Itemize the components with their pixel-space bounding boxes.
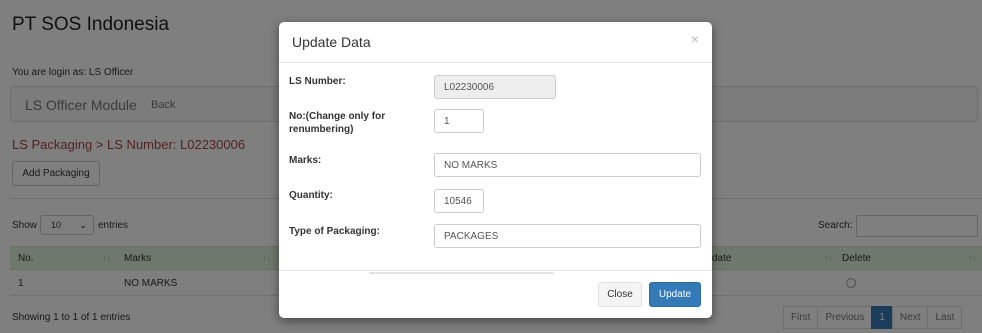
update-button[interactable]: Update bbox=[649, 282, 701, 307]
no-field[interactable] bbox=[434, 109, 484, 133]
marks-label: Marks: bbox=[289, 155, 322, 166]
packaging-label: Type of Packaging: bbox=[289, 226, 380, 237]
update-data-modal: Update Data × LS Number: No:(Change only… bbox=[279, 22, 712, 318]
no-label: No:(Change only for renumbering) bbox=[289, 111, 386, 135]
modal-title: Update Data bbox=[292, 34, 371, 50]
close-button[interactable]: Close bbox=[598, 282, 642, 307]
ls-number-field[interactable] bbox=[434, 75, 556, 99]
quantity-label: Quantity: bbox=[289, 190, 333, 201]
close-icon[interactable]: × bbox=[691, 31, 699, 47]
ls-number-label: LS Number: bbox=[289, 76, 346, 87]
modal-header: Update Data × bbox=[279, 22, 712, 63]
quantity-field[interactable] bbox=[434, 189, 484, 213]
packaging-field[interactable] bbox=[434, 224, 701, 248]
modal-footer bbox=[279, 270, 712, 318]
marks-field[interactable] bbox=[434, 153, 701, 177]
